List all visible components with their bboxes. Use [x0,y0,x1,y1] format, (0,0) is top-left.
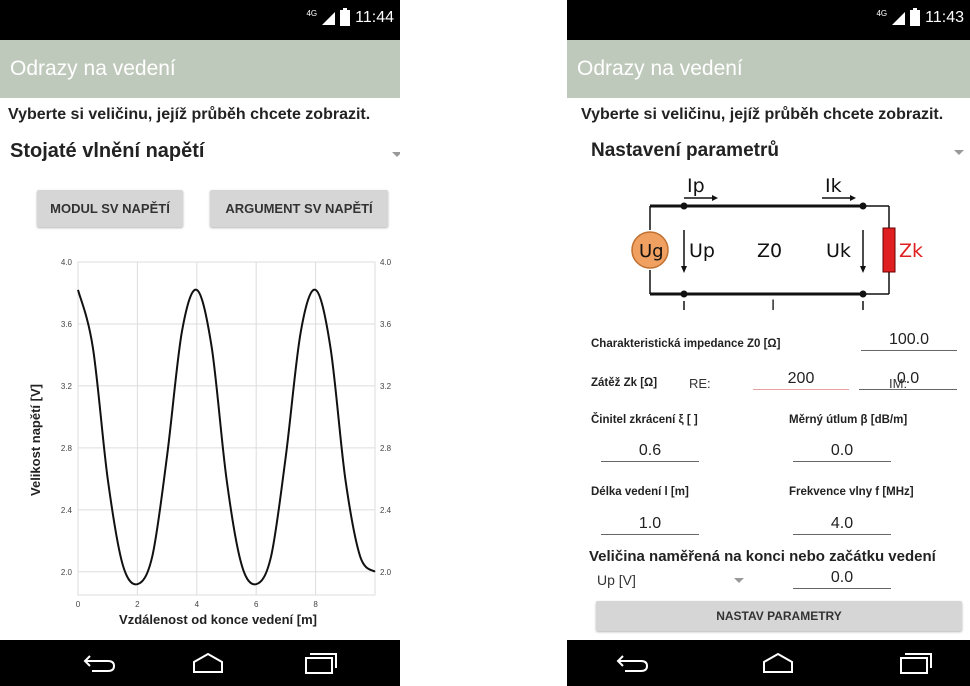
dropdown-caret-icon [392,152,400,157]
right-phone-screen: 4G 11:43 Odrazy na vedení Vyberte si vel… [567,0,970,686]
x-axis-label: Vzdálenost od konce vedení [m] [119,612,317,627]
recents-icon[interactable] [302,652,338,674]
measured-field-label: Veličina naměřená na konci nebo začátku … [589,548,936,565]
navigation-bar [0,640,400,686]
y-tick-label-left: 3.6 [61,320,73,329]
argument-sv-button[interactable]: ARGUMENT SV NAPĚTÍ [210,190,388,227]
length-field-label: Délka vedení l [m] [591,486,689,498]
y-tick-label-right: 2.8 [380,444,392,453]
im-input[interactable]: 0.0 [859,369,957,390]
z0-label: Z0 [757,240,782,262]
y-tick-label-right: 4.0 [380,258,392,267]
back-icon[interactable] [615,652,651,674]
network-type: 4G [876,8,888,18]
y-axis-label: Velikost napětí [V] [28,384,43,496]
z0-field-label: Charakteristická impedance Z0 [Ω] [591,338,781,350]
home-icon[interactable] [190,652,226,674]
x-tick-label: 4 [195,600,200,609]
spinner-selected-value: Nastavení parametrů [591,140,779,161]
ug-label: Ug [639,241,664,262]
transmission-line-diagram: Ip Ik Ug Up Z0 Uk Zk l [631,175,923,310]
beta-input[interactable]: 0.0 [793,441,891,462]
ik-label: Ik [825,175,842,197]
ip-label: Ip [687,175,705,197]
up-label: Up [689,240,715,262]
xi-field-label: Činitel zkrácení ξ [ ] [591,414,698,426]
signal-icon [322,11,336,25]
zk-field-label: Zátěž Zk [Ω] [591,377,658,389]
clock: 11:44 [355,9,394,26]
freq-field-label: Frekvence vlny f [MHz] [789,486,914,498]
measured-value-input[interactable]: 0.0 [793,568,891,589]
signal-icon [892,11,906,25]
back-icon[interactable] [82,652,118,674]
left-phone-screen: 4G 11:44 Odrazy na vedení Vyberte si vel… [0,0,400,686]
x-tick-label: 2 [135,600,140,609]
length-input[interactable]: 1.0 [601,514,699,535]
y-tick-label-left: 2.4 [61,506,73,515]
voltage-chart: 4.0 4.0 3.6 3.6 3.2 3.2 2.8 2.8 2.4 2.4 2.0 2.0 0 2 4… [28,246,400,627]
prompt-text: Vyberte si veličinu, jejíž průběh chcete… [581,106,944,123]
battery-icon [910,8,921,26]
set-parameters-button[interactable]: NASTAV PARAMETRY [596,601,962,631]
dropdown-caret-icon [954,150,964,155]
select-caret-icon [734,578,744,583]
y-tick-label-right: 2.4 [380,506,392,515]
freq-input[interactable]: 4.0 [793,514,891,535]
y-tick-label-left: 2.0 [61,568,73,577]
app-title: Odrazy na vedení [0,40,400,98]
home-icon[interactable] [760,652,796,674]
z0-input[interactable]: 100.0 [861,330,957,351]
clock: 11:43 [925,9,964,26]
app-title: Odrazy na vedení [567,40,970,98]
x-tick-label: 0 [76,600,81,609]
zk-label: Zk [899,240,923,262]
xi-input[interactable]: 0.6 [601,441,699,462]
status-bar: 4G 11:43 [567,0,970,40]
length-label: l [771,297,775,310]
recents-icon[interactable] [897,652,933,674]
network-type: 4G [306,8,318,18]
battery-icon [340,8,351,26]
prompt-text: Vyberte si veličinu, jejíž průběh chcete… [8,106,371,123]
load-impedance-rect [882,227,896,273]
chart-panel [30,246,400,600]
y-tick-label-left: 4.0 [61,258,73,267]
modul-sv-button[interactable]: MODUL SV NAPĚTÍ [37,190,183,227]
x-tick-label: 8 [313,600,318,609]
re-input[interactable]: 200 [753,369,849,390]
uk-label: Uk [826,240,851,262]
y-tick-label-right: 3.6 [380,320,392,329]
measured-select-value: Up [V] [597,572,636,588]
navigation-bar [567,640,970,686]
y-tick-label-left: 2.8 [61,444,73,453]
y-tick-label-right: 2.0 [380,568,392,577]
re-label: RE: [689,376,711,391]
spinner-selected-value: Stojaté vlnění napětí [10,140,205,162]
y-tick-label-left: 3.2 [61,382,73,391]
y-tick-label-right: 3.2 [380,382,392,391]
beta-field-label: Měrný útlum β [dB/m] [789,414,908,426]
x-tick-label: 6 [254,600,259,609]
status-bar: 4G 11:44 [0,0,400,40]
